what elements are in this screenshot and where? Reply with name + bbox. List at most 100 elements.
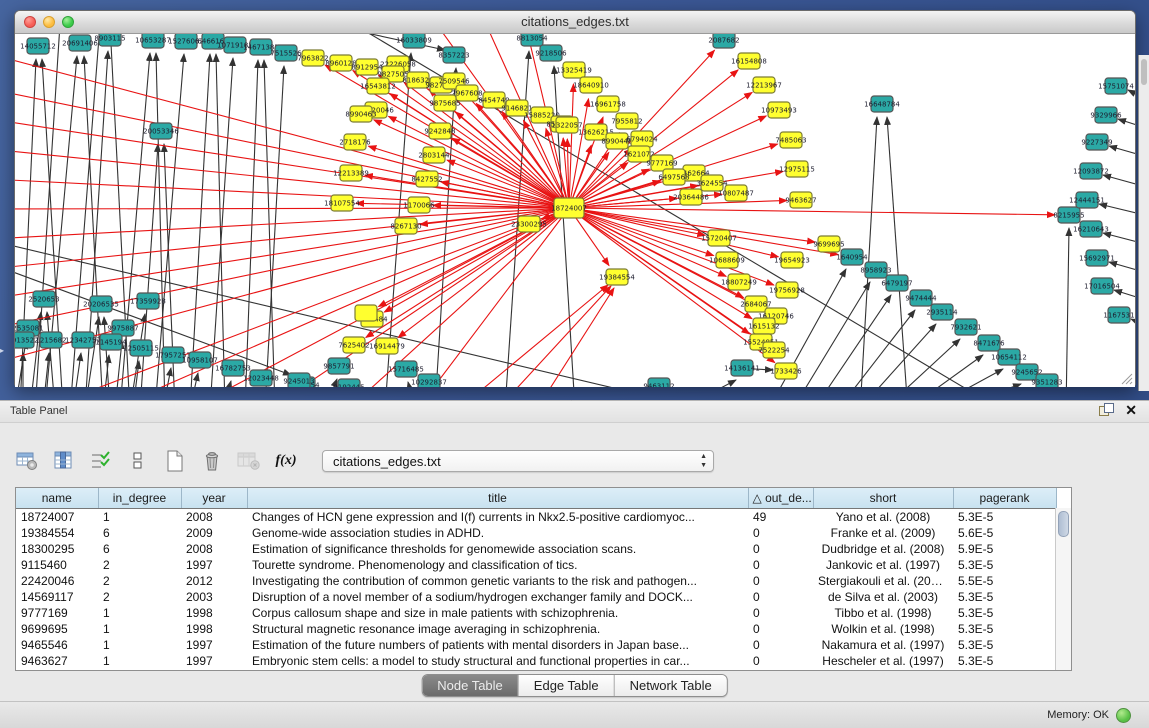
table-cell[interactable]: Structural magnetic resonance image aver…	[247, 621, 748, 637]
table-cell[interactable]: 5.9E-5	[953, 541, 1056, 557]
table-cell[interactable]: de Silva et al. (2003)	[813, 589, 953, 605]
table-cell[interactable]: 19384554	[16, 525, 98, 541]
table-cell[interactable]: 5.3E-5	[953, 637, 1056, 653]
column-header-short[interactable]: short	[813, 488, 953, 509]
table-cell[interactable]: Estimation of the future numbers of pati…	[247, 637, 748, 653]
table-cell[interactable]: 6	[98, 541, 181, 557]
column-header-name[interactable]: name	[16, 488, 98, 509]
memory-status-indicator[interactable]	[1116, 708, 1131, 723]
new-table-button[interactable]	[162, 449, 188, 473]
table-cell[interactable]: 6	[98, 525, 181, 541]
table-cell[interactable]: 0	[748, 557, 813, 573]
table-cell[interactable]: Wolkin et al. (1998)	[813, 621, 953, 637]
table-cell[interactable]: 49	[748, 509, 813, 526]
table-cell[interactable]: 1	[98, 605, 181, 621]
table-cell[interactable]: 5.3E-5	[953, 557, 1056, 573]
close-panel-icon[interactable]: ✕	[1125, 403, 1137, 417]
network-window-titlebar[interactable]: citations_edges.txt	[15, 11, 1135, 34]
table-cell[interactable]: 1997	[181, 557, 247, 573]
table-row[interactable]: 946554611997Estimation of the future num…	[16, 637, 1056, 653]
table-cell[interactable]: 5.3E-5	[953, 589, 1056, 605]
table-cell[interactable]: 0	[748, 541, 813, 557]
table-cell[interactable]: 9699695	[16, 621, 98, 637]
panel-collapse-arrow[interactable]: ▸	[0, 346, 4, 355]
column-header-title[interactable]: title	[247, 488, 748, 509]
table-cell[interactable]: 1997	[181, 637, 247, 653]
table-row[interactable]: 946362711997Embryonic stem cells: a mode…	[16, 653, 1056, 669]
table-scrollbar-thumb[interactable]	[1058, 511, 1069, 537]
float-panel-icon[interactable]	[1099, 403, 1113, 417]
table-cell[interactable]: Embryonic stem cells: a model to study s…	[247, 653, 748, 669]
table-cell[interactable]: Jankovic et al. (1997)	[813, 557, 953, 573]
table-row[interactable]: 1872400712008Changes of HCN gene express…	[16, 509, 1056, 526]
table-cell[interactable]: Corpus callosum shape and size in male p…	[247, 605, 748, 621]
table-cell[interactable]: 2	[98, 573, 181, 589]
network-graph[interactable]: 1872400779638228960128891295422226058982…	[15, 34, 1135, 387]
table-cell[interactable]: 18300295	[16, 541, 98, 557]
table-cell[interactable]: 1998	[181, 605, 247, 621]
show-columns-button[interactable]	[51, 449, 77, 473]
table-cell[interactable]: 9115460	[16, 557, 98, 573]
table-cell[interactable]: 0	[748, 621, 813, 637]
table-cell[interactable]: 5.3E-5	[953, 621, 1056, 637]
table-row[interactable]: 977716911998Corpus callosum shape and si…	[16, 605, 1056, 621]
table-cell[interactable]: 0	[748, 653, 813, 669]
table-cell[interactable]: 1	[98, 509, 181, 526]
table-cell[interactable]: 0	[748, 605, 813, 621]
select-all-rows-button[interactable]	[88, 449, 114, 473]
table-cell[interactable]: Dudbridge et al. (2008)	[813, 541, 953, 557]
tab-edge-table[interactable]: Edge Table	[519, 675, 615, 696]
table-cell[interactable]: 1	[98, 653, 181, 669]
table-cell[interactable]: 9777169	[16, 605, 98, 621]
table-cell[interactable]: 0	[748, 589, 813, 605]
table-header-row[interactable]: namein_degreeyeartitle△ out_de...shortpa…	[16, 488, 1056, 509]
background-scrollbar[interactable]	[1141, 59, 1147, 85]
table-cell[interactable]: 9465546	[16, 637, 98, 653]
table-cell[interactable]: 5.3E-5	[953, 653, 1056, 669]
column-header-year[interactable]: year	[181, 488, 247, 509]
table-row[interactable]: 1938455462009Genome-wide association stu…	[16, 525, 1056, 541]
table-cell[interactable]: 9463627	[16, 653, 98, 669]
table-selector-dropdown[interactable]: citations_edges.txt ▲▼	[322, 450, 714, 472]
table-cell[interactable]: 1	[98, 637, 181, 653]
table-cell[interactable]: 2009	[181, 525, 247, 541]
table-cell[interactable]: Genome-wide association studies in ADHD.	[247, 525, 748, 541]
table-settings-button[interactable]	[14, 449, 40, 473]
tab-network-table[interactable]: Network Table	[615, 675, 727, 696]
table-cell[interactable]: Tibbo et al. (1998)	[813, 605, 953, 621]
delete-table-button[interactable]	[199, 449, 225, 473]
table-cell[interactable]: 5.3E-5	[953, 605, 1056, 621]
table-cell[interactable]: Stergiakouli et al. (2012)	[813, 573, 953, 589]
table-cell[interactable]: 2003	[181, 589, 247, 605]
table-scrollbar[interactable]	[1055, 508, 1071, 670]
table-cell[interactable]: 2	[98, 557, 181, 573]
table-cell[interactable]: 1997	[181, 653, 247, 669]
table-cell[interactable]: 2008	[181, 509, 247, 526]
table-cell[interactable]: 2008	[181, 541, 247, 557]
table-cell[interactable]: 5.5E-5	[953, 573, 1056, 589]
table-cell[interactable]: 18724007	[16, 509, 98, 526]
table-row[interactable]: 1830029562008Estimation of significance …	[16, 541, 1056, 557]
table-cell[interactable]: 0	[748, 573, 813, 589]
function-builder-button[interactable]: f(x)	[273, 449, 299, 473]
table-cell[interactable]: 0	[748, 525, 813, 541]
graph-node[interactable]	[355, 305, 377, 321]
table-cell[interactable]: 0	[748, 637, 813, 653]
table-row[interactable]: 1456911722003Disruption of a novel membe…	[16, 589, 1056, 605]
table-cell[interactable]: Changes of HCN gene expression and I(f) …	[247, 509, 748, 526]
table-row[interactable]: 2242004622012Investigating the contribut…	[16, 573, 1056, 589]
table-cell[interactable]: 22420046	[16, 573, 98, 589]
column-header-in_degree[interactable]: in_degree	[98, 488, 181, 509]
table-row[interactable]: 969969511998Structural magnetic resonanc…	[16, 621, 1056, 637]
table-cell[interactable]: 5.6E-5	[953, 525, 1056, 541]
table-cell[interactable]: Hescheler et al. (1997)	[813, 653, 953, 669]
window-resize-grip[interactable]	[1119, 371, 1133, 385]
table-cell[interactable]: 1998	[181, 621, 247, 637]
table-cell[interactable]: 5.3E-5	[953, 509, 1056, 526]
table-cell[interactable]: Tourette syndrome. Phenomenology and cla…	[247, 557, 748, 573]
table-cell[interactable]: 2	[98, 589, 181, 605]
network-canvas[interactable]: 1872400779638228960128891295422226058982…	[15, 34, 1135, 387]
column-header-pagerank[interactable]: pagerank	[953, 488, 1056, 509]
tab-node-table[interactable]: Node Table	[422, 675, 519, 696]
table-cell[interactable]: Franke et al. (2009)	[813, 525, 953, 541]
